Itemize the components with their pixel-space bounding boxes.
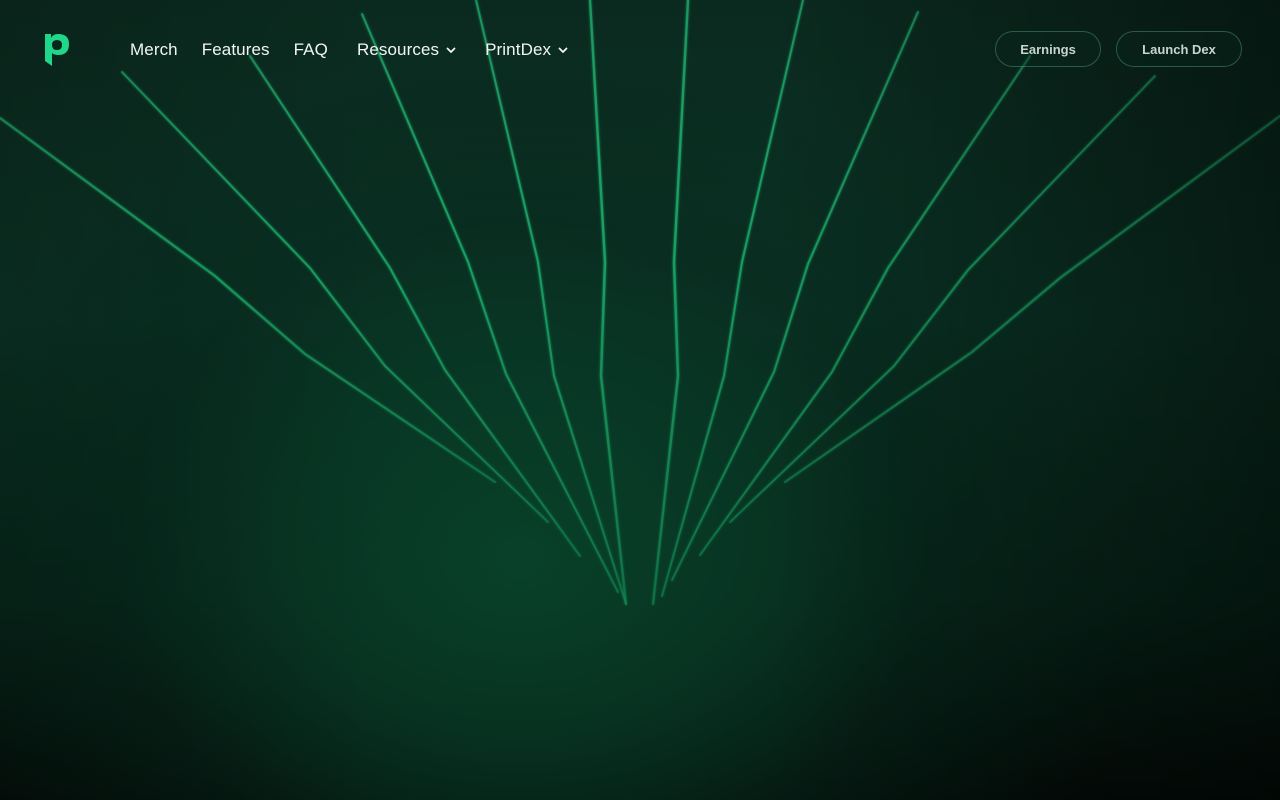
top-navbar: Merch Features FAQ Resources PrintDex Ea… xyxy=(0,0,1280,100)
nav-item-label: FAQ xyxy=(293,40,328,59)
chevron-down-icon xyxy=(558,47,568,53)
chevron-down-icon xyxy=(446,47,456,53)
launch-dex-button[interactable]: Launch Dex xyxy=(1116,31,1242,67)
nav-item-printdex[interactable]: PrintDex xyxy=(485,40,569,60)
earnings-button[interactable]: Earnings xyxy=(995,31,1101,67)
nav-item-label: PrintDex xyxy=(485,40,552,59)
nav-item-label: Merch xyxy=(130,40,178,59)
nav-item-merch[interactable]: Merch xyxy=(130,40,178,60)
nav-item-features[interactable]: Features xyxy=(202,40,270,60)
nav-actions: Earnings Launch Dex xyxy=(995,31,1242,67)
nav-item-label: Features xyxy=(201,40,270,59)
main-nav: Merch Features FAQ Resources PrintDex xyxy=(130,38,569,62)
p-logo-icon[interactable] xyxy=(44,32,72,68)
nav-item-resources[interactable]: Resources xyxy=(357,40,457,60)
nav-item-faq[interactable]: FAQ xyxy=(294,40,328,60)
nav-item-label: Resources xyxy=(356,40,440,59)
page: Merch Features FAQ Resources PrintDex Ea… xyxy=(0,0,1280,800)
hero-light-rays xyxy=(0,0,1280,606)
